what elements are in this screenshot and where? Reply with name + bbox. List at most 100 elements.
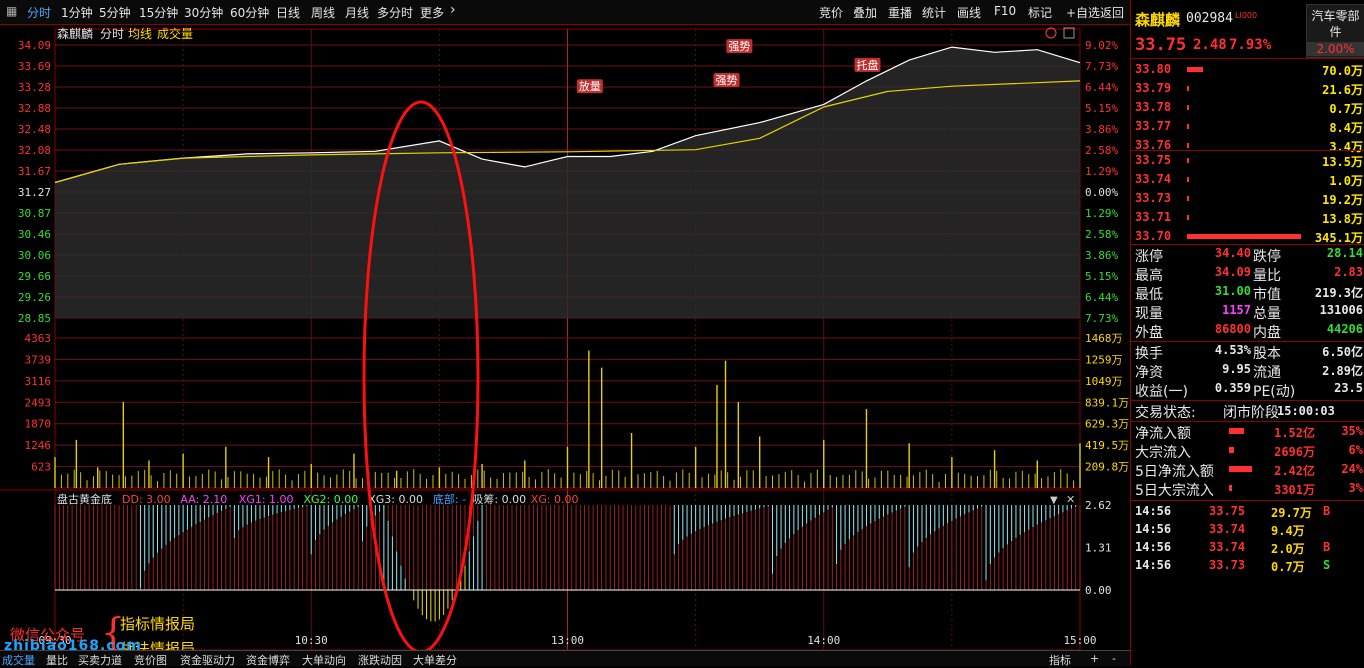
toolbar-right-0[interactable]: 竞价 [819, 4, 843, 21]
bid-volume-bar [1187, 196, 1190, 201]
trade-side: B [1323, 540, 1331, 554]
period-tab-5[interactable]: 60分钟 [230, 4, 269, 21]
price-tick-label: 28.85 [18, 312, 51, 325]
price-tick-label: 33.69 [18, 60, 51, 73]
price-tick-label: 29.66 [18, 270, 51, 283]
price-tick-label: 29.26 [18, 291, 51, 304]
chart-area[interactable]: 34.09 9.02% 33.69 7.73% 33.28 6.44% 32.88 5.15%… [0, 24, 1130, 665]
indicator-tab-3[interactable]: 竞价图 [134, 652, 167, 668]
stat-label: PE(动) [1253, 384, 1296, 400]
ask-volume: 70.0万 [1322, 64, 1363, 78]
ask-volume-bar [1187, 67, 1203, 72]
bid-volume-bar [1187, 234, 1301, 239]
toolbar-right-4[interactable]: 画线 [957, 4, 981, 21]
period-tab-4[interactable]: 30分钟 [184, 4, 223, 21]
amount-tick-label: 629.3万 [1085, 418, 1129, 431]
volume-tick-label: 4363 [25, 332, 52, 345]
stat-value: 34.40 [1214, 246, 1251, 260]
indicator-tick-label: 1.31 [1085, 541, 1112, 554]
stat-label: 收益(一) [1135, 384, 1188, 400]
trade-price: 33.75 [1209, 504, 1246, 518]
trade-side: B [1323, 504, 1331, 518]
period-tab-8[interactable]: 月线 [345, 4, 369, 21]
price-change: 2.48 [1193, 37, 1227, 53]
indicator-value: XG: 0.00 [531, 493, 579, 506]
period-tab-9[interactable]: 多分时 [377, 4, 413, 21]
stock-tag: LI000 [1235, 11, 1258, 20]
indicator-tab-4[interactable]: 资金驱动力 [180, 652, 235, 668]
bottom-right-1[interactable]: + [1090, 652, 1099, 665]
price-tick-label: 30.87 [18, 207, 51, 220]
price-tick-label: 30.06 [18, 249, 51, 262]
indicator-tab-7[interactable]: 涨跌动因 [358, 652, 402, 668]
toolbar-right-8[interactable]: 返回 [1100, 4, 1124, 21]
period-tab-1[interactable]: 1分钟 [61, 4, 93, 21]
bid-volume: 1.0万 [1329, 174, 1363, 188]
more-chevron-icon[interactable]: › [450, 2, 456, 18]
period-tab-0[interactable]: 分时 [27, 4, 51, 21]
stat-label: 换手 [1135, 346, 1163, 362]
stat-value: 1157 [1222, 303, 1251, 317]
pct-tick-label: 6.44% [1085, 291, 1118, 304]
stat-value: 31.00 [1214, 284, 1251, 298]
bottom-right-2[interactable]: - [1112, 652, 1116, 665]
toolbar-right-7[interactable]: +自选 [1066, 4, 1100, 21]
amount-tick-label: 839.1万 [1085, 396, 1129, 409]
bottom-right-0[interactable]: 指标 [1049, 652, 1071, 668]
indicator-tab-5[interactable]: 资金博弈 [246, 652, 290, 668]
toolbar-right-6[interactable]: 标记 [1028, 4, 1052, 21]
chart-header-label: 均线 [128, 27, 152, 41]
trade-time: 14:56 [1135, 522, 1172, 536]
indicator-tab-0[interactable]: 成交量 [2, 652, 35, 668]
ask-volume: 0.7万 [1329, 102, 1363, 116]
price-tick-label: 32.08 [18, 144, 51, 157]
price-tick-label: 32.48 [18, 123, 51, 136]
toolbar-right-2[interactable]: 重播 [888, 4, 912, 21]
stat-value: 219.3亿 [1314, 286, 1363, 300]
pct-tick-label: 2.58% [1085, 144, 1118, 157]
price-tick-label: 31.27 [18, 186, 51, 199]
time-axis-label: 14:00 [807, 634, 840, 647]
indicator-tab-8[interactable]: 大单差分 [413, 652, 457, 668]
indicator-value: XG3: 0.00 [368, 493, 423, 506]
period-tab-6[interactable]: 日线 [276, 4, 300, 21]
trade-status-time: 15:00:03 [1277, 404, 1335, 418]
stat-label: 净资 [1135, 365, 1163, 381]
trade-price: 33.73 [1209, 558, 1246, 572]
toolbar-right-1[interactable]: 叠加 [853, 4, 877, 21]
divider [1131, 421, 1364, 422]
bid-price: 33.71 [1135, 210, 1172, 224]
pct-tick-label: 2.58% [1085, 228, 1118, 241]
price-tick-label: 30.46 [18, 228, 51, 241]
fund-flow-label: 5日大宗流入 [1135, 483, 1214, 499]
toolbar-right-5[interactable]: F10 [994, 4, 1016, 18]
stat-label: 跌停 [1253, 249, 1281, 265]
period-tab-10[interactable]: 更多 [420, 4, 444, 21]
price-tick-label: 33.28 [18, 81, 51, 94]
fund-flow-label: 净流入额 [1135, 426, 1191, 442]
quote-panel: 森麒麟 002984 LI000 汽车零部件 2.00% 33.75 2.48 7.93% 33… [1130, 0, 1364, 665]
sector-name: 汽车零部件 [1311, 9, 1360, 39]
dropdown-icon: ▼ [1050, 495, 1058, 506]
indicator-tab-6[interactable]: 大单动向 [302, 652, 346, 668]
trade-status-label: 交易状态: [1135, 405, 1196, 421]
menu-grid-icon[interactable]: ▦ [6, 4, 17, 18]
pct-tick-label: 5.15% [1085, 102, 1118, 115]
indicator-tab-1[interactable]: 量比 [46, 652, 68, 668]
indicator-tab-2[interactable]: 买卖力道 [78, 652, 122, 668]
volume-tick-label: 3116 [25, 375, 52, 388]
period-tab-3[interactable]: 15分钟 [139, 4, 178, 21]
stat-label: 最低 [1135, 287, 1163, 303]
toolbar-right-3[interactable]: 统计 [922, 4, 946, 21]
stat-value: 44206 [1326, 322, 1363, 336]
indicator-value: DD: 3.00 [122, 493, 171, 506]
volume-tick-label: 1246 [25, 439, 52, 452]
fund-flow-pct: 35% [1341, 424, 1363, 438]
period-tab-7[interactable]: 周线 [311, 4, 335, 21]
amount-tick-label: 209.8万 [1085, 461, 1129, 474]
price-tick-label: 32.88 [18, 102, 51, 115]
intraday-chart[interactable]: 34.09 9.02% 33.69 7.73% 33.28 6.44% 32.88 5.15%… [0, 24, 1130, 650]
period-tab-2[interactable]: 5分钟 [99, 4, 131, 21]
trade-volume: 2.0万 [1271, 542, 1305, 556]
sector-box[interactable]: 汽车零部件 2.00% [1306, 4, 1364, 58]
